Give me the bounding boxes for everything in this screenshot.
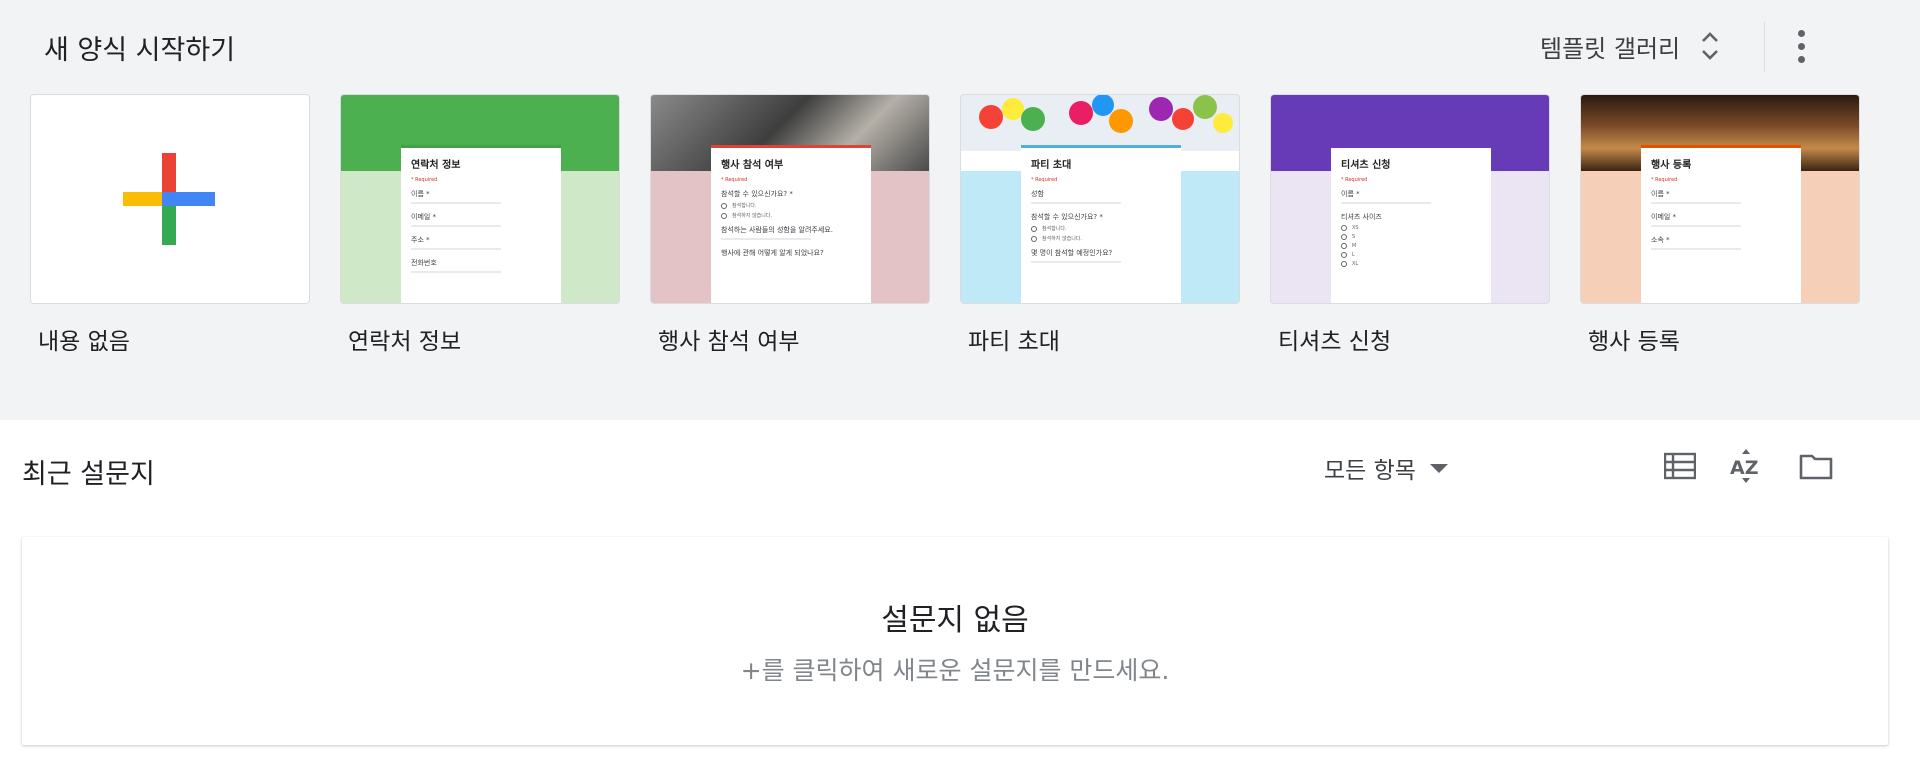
list-view-icon[interactable] bbox=[1662, 446, 1698, 486]
template-gallery-label: 템플릿 갤러리 bbox=[1540, 34, 1681, 63]
plus-icon bbox=[123, 153, 215, 245]
template-gallery-button[interactable]: 템플릿 갤러리 bbox=[1540, 26, 1720, 66]
template-section: 새 양식 시작하기 템플릿 갤러리 내용 없음 연락처 정보 * Require… bbox=[0, 0, 1920, 420]
unfold-more-icon bbox=[1700, 29, 1720, 63]
more-vert-icon[interactable] bbox=[1786, 20, 1816, 72]
template-label: 티셔츠 신청 bbox=[1278, 329, 1392, 355]
empty-forms-subtitle: +를 클릭하여 새로운 설문지를 만드세요. bbox=[740, 656, 1170, 685]
template-label: 행사 참석 여부 bbox=[658, 329, 800, 355]
template-section-title: 새 양식 시작하기 bbox=[44, 35, 236, 66]
template-contact-info[interactable]: 연락처 정보 * Required 이름 * 이메일 * 주소 * 전화번호 연… bbox=[340, 94, 620, 356]
template-label: 연락처 정보 bbox=[348, 329, 462, 355]
empty-forms-card: 설문지 없음 +를 클릭하여 새로운 설문지를 만드세요. bbox=[22, 537, 1888, 745]
template-thumbnail[interactable]: 파티 초대 * Required 성함 참석할 수 있으신가요? * 참석합니다… bbox=[960, 94, 1240, 304]
template-list: 내용 없음 연락처 정보 * Required 이름 * 이메일 * 주소 * … bbox=[30, 94, 1860, 356]
template-thumbnail[interactable]: 티셔츠 신청 * Required 이름 * 티셔츠 사이즈 XS S M L … bbox=[1270, 94, 1550, 304]
owner-filter-label: 모든 항목 bbox=[1324, 458, 1416, 484]
folder-icon[interactable] bbox=[1798, 446, 1834, 486]
template-tshirt-signup[interactable]: 티셔츠 신청 * Required 이름 * 티셔츠 사이즈 XS S M L … bbox=[1270, 94, 1550, 356]
sort-az-icon[interactable]: AZ bbox=[1728, 446, 1764, 486]
template-label: 파티 초대 bbox=[968, 329, 1060, 355]
template-label: 내용 없음 bbox=[38, 329, 130, 355]
dropdown-arrow-icon bbox=[1429, 463, 1448, 473]
svg-text:AZ: AZ bbox=[1730, 457, 1758, 479]
template-thumbnail[interactable]: 행사 참석 여부 * Required 참석할 수 있으신가요? * 참석합니다… bbox=[650, 94, 930, 304]
recent-forms-title: 최근 설문지 bbox=[22, 459, 155, 490]
template-label: 행사 등록 bbox=[1588, 329, 1680, 355]
template-thumbnail[interactable]: 연락처 정보 * Required 이름 * 이메일 * 주소 * 전화번호 bbox=[340, 94, 620, 304]
template-blank[interactable]: 내용 없음 bbox=[30, 94, 310, 356]
owner-filter-dropdown[interactable]: 모든 항목 bbox=[1324, 448, 1448, 488]
template-thumbnail[interactable]: 행사 등록 * Required 이름 * 이메일 * 소속 * bbox=[1580, 94, 1860, 304]
header-divider bbox=[1764, 22, 1765, 72]
template-thumbnail[interactable] bbox=[30, 94, 310, 304]
template-party-invite[interactable]: 파티 초대 * Required 성함 참석할 수 있으신가요? * 참석합니다… bbox=[960, 94, 1240, 356]
template-event-registration[interactable]: 행사 등록 * Required 이름 * 이메일 * 소속 * 행사 등록 bbox=[1580, 94, 1860, 356]
template-event-rsvp[interactable]: 행사 참석 여부 * Required 참석할 수 있으신가요? * 참석합니다… bbox=[650, 94, 930, 356]
empty-forms-title: 설문지 없음 bbox=[881, 603, 1029, 638]
